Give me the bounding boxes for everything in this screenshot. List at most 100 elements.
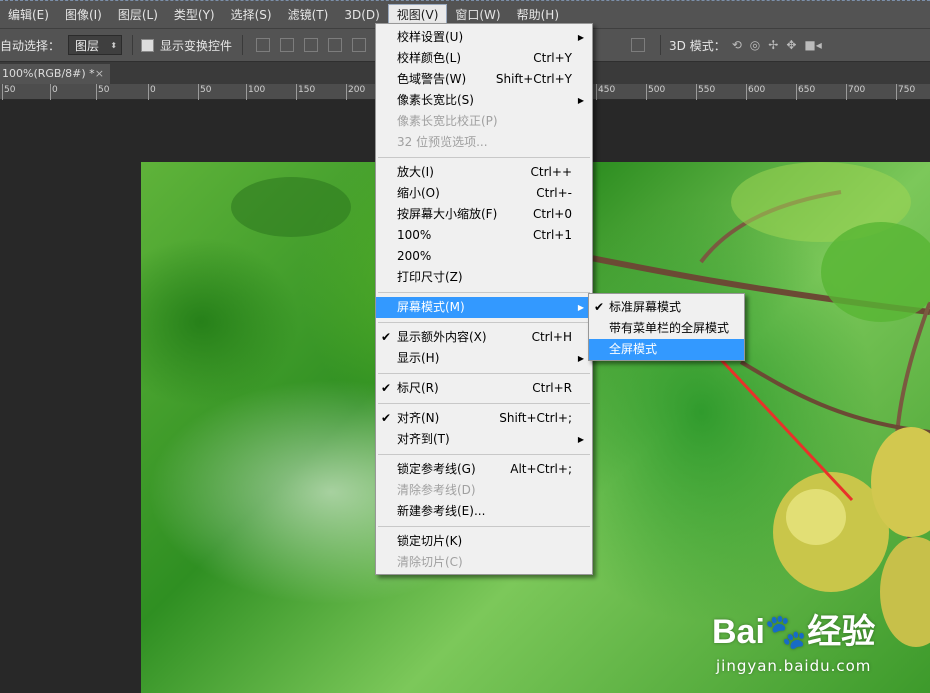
- menu-item[interactable]: 显示(H) ▶: [376, 348, 592, 369]
- menu-separator: [378, 526, 590, 527]
- menu-item[interactable]: 对齐到(T) ▶: [376, 429, 592, 450]
- align-left-icon[interactable]: [328, 38, 343, 52]
- menu-item-shortcut: Shift+Ctrl+;: [499, 411, 572, 425]
- watermark-url: jingyan.baidu.com: [716, 657, 872, 675]
- submenu-item[interactable]: 带有菜单栏的全屏模式: [589, 318, 744, 339]
- menu-item-label: 锁定参考线(G): [397, 462, 476, 476]
- submenu-arrow-icon: ▶: [577, 33, 584, 42]
- menu-item[interactable]: 放大(I) Ctrl++: [376, 162, 592, 183]
- menu-separator: [378, 157, 590, 158]
- menu-item[interactable]: 校样颜色(L) Ctrl+Y: [376, 48, 592, 69]
- show-transform-checkbox[interactable]: [141, 38, 155, 52]
- distribute-icon[interactable]: [631, 38, 646, 52]
- menu-item-shortcut: Alt+Ctrl+;: [510, 462, 572, 476]
- view-menu-dropdown: 校样设置(U) ▶ 校样颜色(L) Ctrl+Y 色域警告(W) Shift+Ctrl+Y…: [375, 23, 593, 575]
- divider: [132, 35, 134, 55]
- menu-item-label: 对齐到(T): [397, 432, 450, 446]
- menubar-item[interactable]: 滤镜(T): [280, 4, 337, 26]
- menu-item-shortcut: Ctrl++: [530, 165, 572, 179]
- watermark-brand-suffix: 经验: [807, 613, 876, 651]
- menu-item[interactable]: 锁定参考线(G) Alt+Ctrl+;: [376, 459, 592, 480]
- ruler-label: 0: [150, 85, 156, 95]
- menu-item-label: 像素长宽比校正(P): [397, 114, 498, 128]
- rotate-3d-icon[interactable]: ⟲: [732, 38, 742, 52]
- menu-item[interactable]: 打印尺寸(Z): [376, 267, 592, 288]
- menu-item[interactable]: 锁定切片(K): [376, 531, 592, 552]
- menu-separator: [378, 403, 590, 404]
- menu-item: 32 位预览选项...: [376, 132, 592, 153]
- menu-item[interactable]: ✔ 显示额外内容(X) Ctrl+H: [376, 327, 592, 348]
- menu-separator: [378, 292, 590, 293]
- ruler-label: 150: [298, 85, 316, 95]
- menu-item-label: 按屏幕大小缩放(F): [397, 207, 498, 221]
- ruler-tick: [246, 84, 247, 100]
- submenu-item[interactable]: ✔ 标准屏幕模式: [589, 297, 744, 318]
- menu-item[interactable]: 校样设置(U) ▶: [376, 27, 592, 48]
- menu-item-shortcut: Ctrl+H: [531, 330, 572, 344]
- scale-3d-icon[interactable]: ■◂: [804, 38, 821, 52]
- menu-item[interactable]: 按屏幕大小缩放(F) Ctrl+0: [376, 204, 592, 225]
- check-icon: ✔: [381, 381, 392, 395]
- ruler-label: 50: [98, 85, 110, 95]
- mode-3d-label: 3D 模式：: [669, 38, 726, 53]
- menu-item-shortcut: Ctrl+1: [532, 228, 572, 242]
- menubar-item[interactable]: 选择(S): [223, 4, 280, 26]
- dropdown-arrow-icon: ⬍: [110, 41, 118, 50]
- submenu-arrow-icon: ▶: [577, 354, 584, 363]
- menu-item[interactable]: 色域警告(W) Shift+Ctrl+Y: [376, 69, 592, 90]
- menu-item-label: 打印尺寸(Z): [397, 270, 463, 284]
- menu-item-shortcut: Shift+Ctrl+Y: [495, 72, 572, 86]
- submenu-item-label: 标准屏幕模式: [609, 300, 682, 314]
- menu-item[interactable]: 缩小(O) Ctrl+-: [376, 183, 592, 204]
- submenu-item[interactable]: 全屏模式: [589, 339, 744, 360]
- document-tab[interactable]: 100%(RGB/8#) * ×: [0, 64, 110, 84]
- menu-item[interactable]: 像素长宽比(S) ▶: [376, 90, 592, 111]
- ruler-label: 500: [648, 85, 666, 95]
- show-transform-label: 显示变换控件: [160, 38, 233, 53]
- align-vcenter-icon[interactable]: [280, 38, 295, 52]
- menu-item-label: 像素长宽比(S): [397, 93, 474, 107]
- menu-item[interactable]: ✔ 对齐(N) Shift+Ctrl+;: [376, 408, 592, 429]
- screen-mode-submenu: ✔ 标准屏幕模式带有菜单栏的全屏模式全屏模式: [588, 293, 745, 361]
- align-bottom-icon[interactable]: [304, 38, 319, 52]
- menu-item-label: 锁定切片(K): [397, 534, 463, 548]
- ruler-tick: [896, 84, 897, 100]
- menubar-item[interactable]: 编辑(E): [0, 4, 57, 26]
- ruler-tick: [596, 84, 597, 100]
- ruler-tick: [148, 84, 149, 100]
- baidu-jingyan-watermark: Bai🐾经验 jingyan.baidu.com: [712, 604, 922, 684]
- menu-item: 像素长宽比校正(P): [376, 111, 592, 132]
- menubar-item[interactable]: 图层(L): [110, 4, 166, 26]
- menu-item[interactable]: ✔ 标尺(R) Ctrl+R: [376, 378, 592, 399]
- ruler-label: 700: [848, 85, 866, 95]
- submenu-item-label: 带有菜单栏的全屏模式: [609, 321, 730, 335]
- ruler-label: 0: [52, 85, 58, 95]
- roll-3d-icon[interactable]: ◎: [750, 38, 760, 52]
- ruler-label: 650: [798, 85, 816, 95]
- align-top-icon[interactable]: [256, 38, 271, 52]
- auto-select-value: 图层: [75, 39, 100, 53]
- menu-item-label: 32 位预览选项...: [397, 135, 488, 149]
- ruler-tick: [296, 84, 297, 100]
- slide-3d-icon[interactable]: ✥: [786, 38, 796, 52]
- menu-item-label: 新建参考线(E)...: [397, 504, 486, 518]
- menu-item[interactable]: 新建参考线(E)...: [376, 501, 592, 522]
- ruler-label: 50: [200, 85, 212, 95]
- divider: [242, 35, 244, 55]
- menu-item-shortcut: Ctrl+-: [536, 186, 572, 200]
- drag-3d-icon[interactable]: ✢: [768, 38, 778, 52]
- auto-select-dropdown[interactable]: 图层 ⬍: [68, 35, 123, 55]
- align-hcenter-icon[interactable]: [352, 38, 367, 52]
- ruler-tick: [198, 84, 199, 100]
- menu-item[interactable]: 200%: [376, 246, 592, 267]
- ruler-tick: [646, 84, 647, 100]
- menu-item: 清除切片(C): [376, 552, 592, 573]
- menu-item[interactable]: 屏幕模式(M) ▶: [376, 297, 592, 318]
- check-icon: ✔: [381, 411, 392, 425]
- menubar-item[interactable]: 类型(Y): [166, 4, 223, 26]
- menu-item[interactable]: 100% Ctrl+1: [376, 225, 592, 246]
- menu-item-label: 200%: [397, 249, 432, 263]
- menubar-item[interactable]: 图像(I): [57, 4, 110, 26]
- close-icon[interactable]: ×: [95, 64, 104, 84]
- menu-item-label: 对齐(N): [397, 411, 440, 425]
